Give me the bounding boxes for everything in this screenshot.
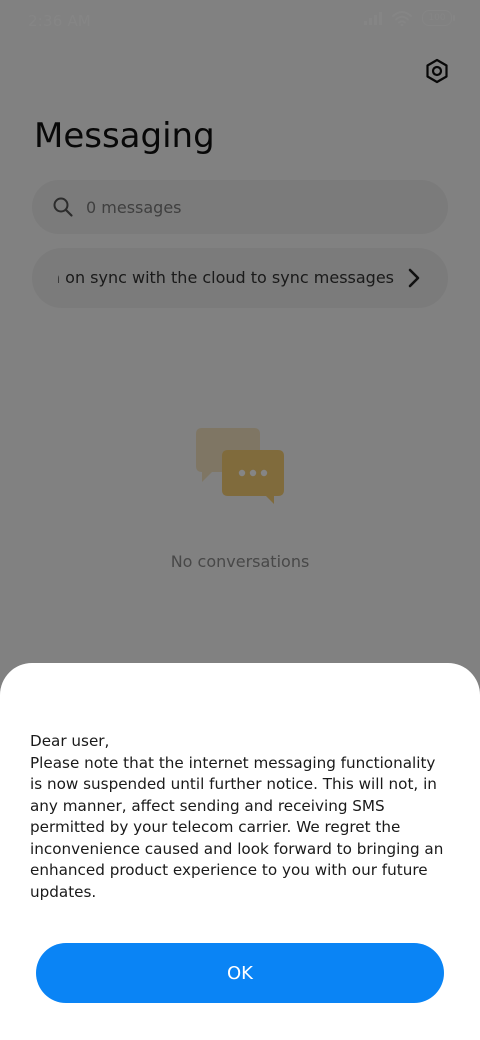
ok-button[interactable]: OK	[36, 943, 444, 1003]
notice-dialog: Dear user, Please note that the internet…	[0, 663, 480, 1040]
dialog-message: Dear user, Please note that the internet…	[30, 732, 444, 901]
